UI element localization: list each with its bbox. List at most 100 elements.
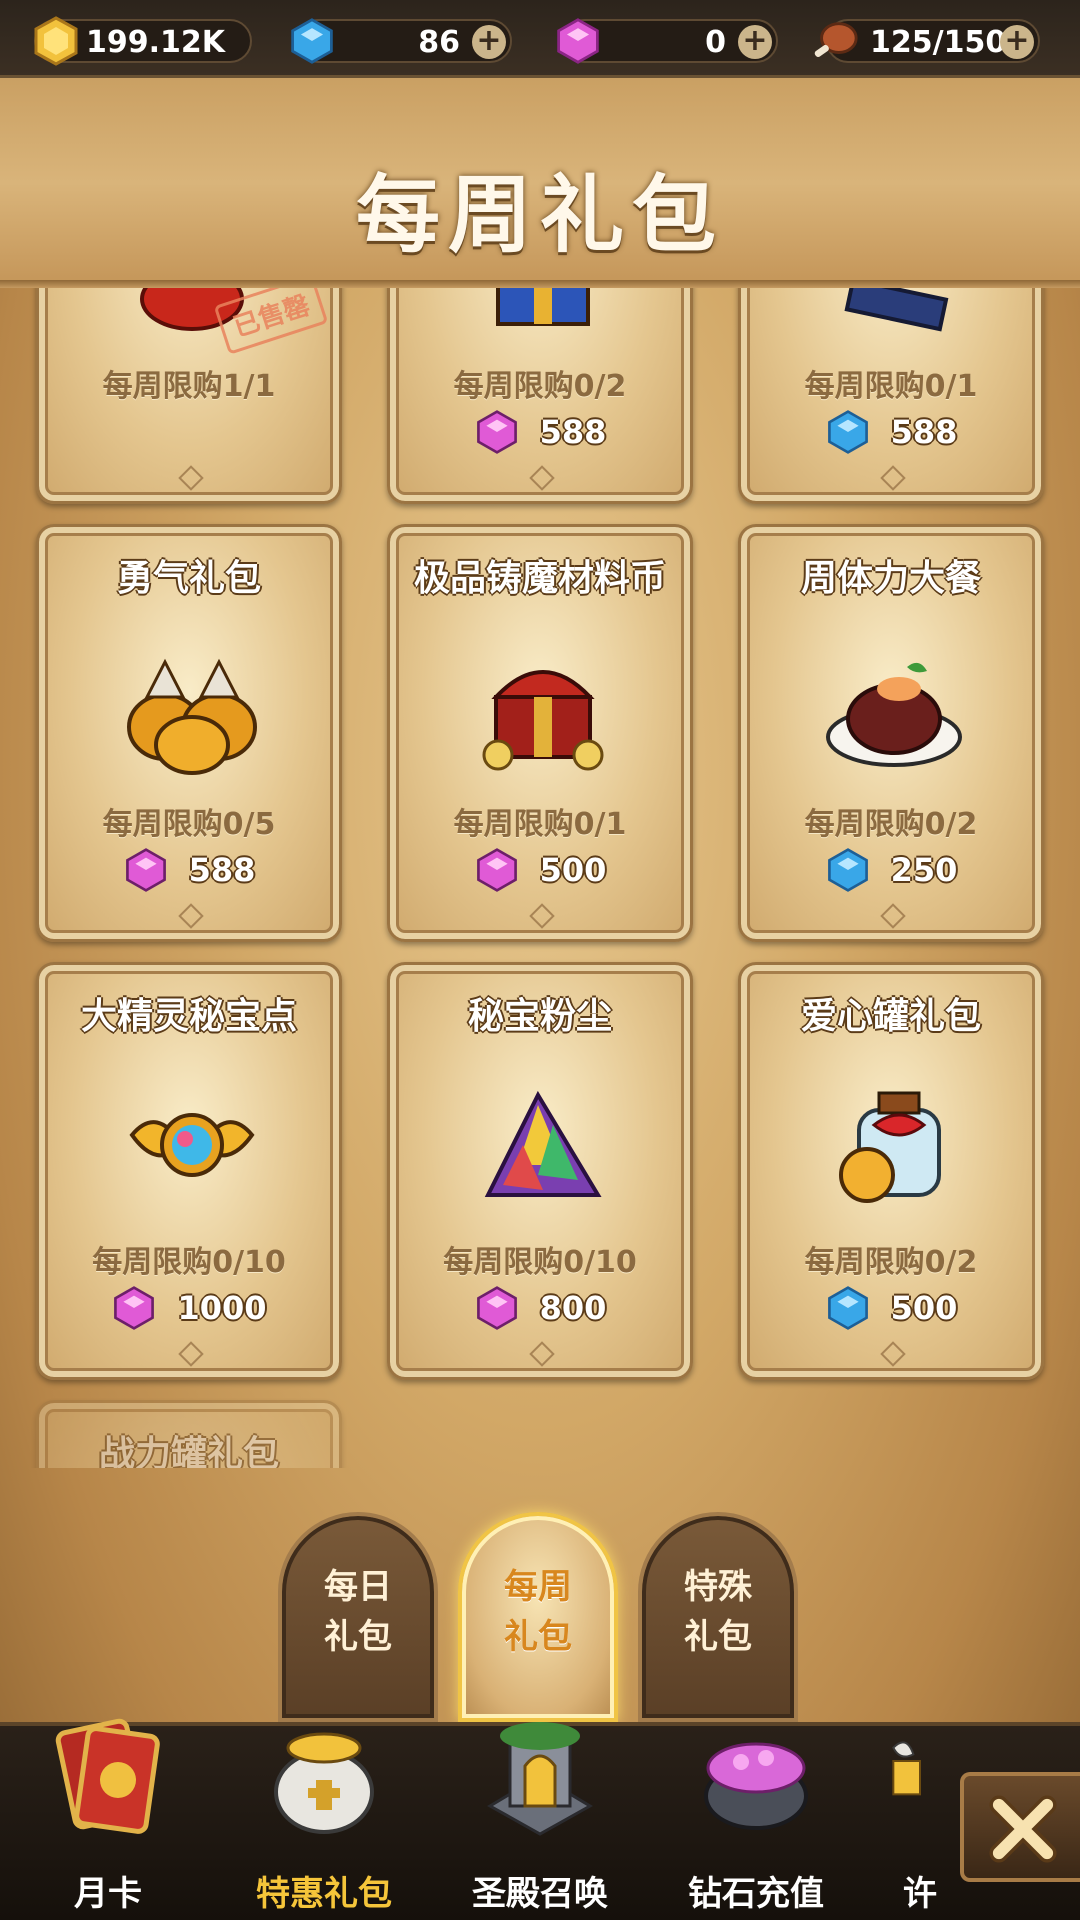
- title-banner: 每周礼包: [0, 78, 1080, 288]
- books-icon: [844, 288, 949, 332]
- winged-gem-icon: [129, 1113, 255, 1177]
- card-ornament: [880, 465, 906, 491]
- blue-gem-icon: [291, 18, 333, 64]
- nav-label: 月卡: [74, 1874, 142, 1914]
- offer-name: 大精灵秘宝点: [80, 996, 297, 1037]
- price-value: 588: [890, 413, 958, 451]
- tab-daily[interactable]: 每日 礼包: [278, 1512, 438, 1722]
- add-pink-gem-button[interactable]: +: [738, 25, 772, 59]
- price-button[interactable]: 588: [741, 409, 1041, 457]
- treasure-box-icon: [496, 288, 590, 326]
- offer-card[interactable]: 每周限购0/1 588: [738, 288, 1044, 504]
- offer-card[interactable]: 大精灵秘宝点 每周限购0/10 1000: [36, 962, 342, 1380]
- offer-card[interactable]: 战力罐礼包: [36, 1400, 342, 1468]
- card-icon: [55, 1718, 160, 1834]
- add-stamina-button[interactable]: +: [1000, 25, 1034, 59]
- stamina-value: 125/150: [870, 25, 1007, 60]
- card-ornament: [178, 465, 204, 491]
- purchase-limit: 每周限购0/1: [804, 369, 978, 404]
- offer-name: 爱心罐礼包: [800, 996, 981, 1037]
- nav-label: 圣殿召唤: [472, 1874, 608, 1914]
- crystal-pile-icon: [484, 1090, 602, 1197]
- card-ornament: [880, 1341, 906, 1367]
- blue-gem-counter: 86 +: [291, 18, 512, 64]
- temple-icon: [487, 1722, 593, 1836]
- tab-label: 特殊 礼包: [684, 1567, 752, 1657]
- offer-grid[interactable]: 已售罄 每周限购1/1 每周限购0/2 588 每周限购0/1 588 勇气礼包…: [0, 288, 1080, 1468]
- nav-wish[interactable]: 许: [880, 1726, 960, 1920]
- purchase-limit: 每周限购0/5: [102, 807, 276, 842]
- offer-name: 极品铸魔材料币: [413, 558, 666, 599]
- card-ornament: [529, 1341, 555, 1367]
- meat-drumstick-icon: [814, 22, 858, 58]
- offer-card[interactable]: 每周限购0/2 588: [387, 288, 693, 504]
- nav-label: 特惠礼包: [256, 1874, 392, 1914]
- currency-bar: 199.12K 86 + 0 + 125/150 +: [0, 0, 1080, 78]
- purchase-limit: 每周限购0/2: [453, 369, 627, 404]
- offer-name: 战力罐礼包: [98, 1434, 279, 1468]
- price-value: 500: [890, 1289, 958, 1327]
- blue-gem-icon: [827, 848, 868, 892]
- price-value: 800: [539, 1289, 607, 1327]
- price-button[interactable]: 588: [39, 847, 339, 895]
- nav-label: 许: [903, 1874, 937, 1914]
- price-value: 1000: [177, 1289, 267, 1327]
- page-title: 每周礼包: [355, 166, 724, 264]
- pink-gem-icon: [557, 18, 599, 64]
- price-value: 588: [188, 851, 256, 889]
- price-button[interactable]: 500: [741, 1285, 1041, 1333]
- pink-gem-icon: [476, 1286, 517, 1330]
- offer-card[interactable]: 极品铸魔材料币 每周限购0/1 500: [387, 524, 693, 942]
- tab-special[interactable]: 特殊 礼包: [638, 1512, 798, 1722]
- price-value: 500: [539, 851, 607, 889]
- tab-weekly[interactable]: 每周 礼包: [458, 1512, 618, 1722]
- nav-temple-summon[interactable]: 圣殿召唤: [450, 1722, 630, 1920]
- offer-card[interactable]: 已售罄 每周限购1/1: [36, 288, 342, 504]
- gold-counter: 199.12K: [34, 16, 252, 66]
- offer-card[interactable]: 周体力大餐 每周限购0/2 250: [738, 524, 1044, 942]
- card-ornament: [178, 903, 204, 929]
- price-button[interactable]: 588: [390, 409, 690, 457]
- meat-dish-icon: [826, 662, 962, 767]
- offer-name: 勇气礼包: [116, 558, 261, 599]
- nav-monthly-card[interactable]: 月卡: [18, 1718, 198, 1920]
- bottom-nav: 月卡 特惠礼包 圣殿召唤 钻石充值 许: [0, 1718, 1080, 1920]
- blue-gem-icon: [827, 1286, 868, 1330]
- gift-jar-icon: [839, 1091, 941, 1203]
- price-button[interactable]: 250: [741, 847, 1041, 895]
- stamina-counter: 125/150 +: [814, 19, 1040, 63]
- tab-label: 每日 礼包: [324, 1567, 392, 1657]
- purchase-limit: 每周限购0/2: [804, 1245, 978, 1280]
- purchase-limit: 每周限购1/1: [102, 369, 276, 404]
- price-value: 588: [539, 413, 607, 451]
- blue-gem-value: 86: [418, 25, 460, 60]
- pink-gem-icon: [125, 848, 166, 892]
- pink-gem-icon: [114, 1286, 155, 1330]
- shop-screen: 199.12K 86 + 0 + 125/150 + 每周礼包 已售罄 每周限购…: [0, 0, 1080, 1920]
- price-button[interactable]: 1000: [39, 1285, 339, 1333]
- pink-gem-counter: 0 +: [557, 18, 778, 64]
- offer-card[interactable]: 爱心罐礼包 每周限购0/2 500: [738, 962, 1044, 1380]
- pink-gem-icon: [476, 848, 517, 892]
- purchase-limit: 每周限购0/2: [804, 807, 978, 842]
- gift-sack-icon: [274, 1732, 374, 1834]
- nav-special-offers[interactable]: 特惠礼包: [234, 1726, 414, 1920]
- close-icon: [989, 1795, 1057, 1863]
- card-ornament: [178, 1341, 204, 1367]
- purchase-limit: 每周限购0/10: [443, 1245, 637, 1280]
- price-button[interactable]: 800: [390, 1285, 690, 1333]
- pink-gem-icon: [476, 410, 517, 454]
- offer-card[interactable]: 勇气礼包 每周限购0/5 588: [36, 524, 342, 942]
- pink-gem-value: 0: [705, 25, 726, 60]
- add-blue-gem-button[interactable]: +: [472, 25, 506, 59]
- offer-name: 秘宝粉尘: [467, 996, 612, 1037]
- price-value: 250: [890, 851, 958, 889]
- offer-card[interactable]: 秘宝粉尘 每周限购0/10 800: [387, 962, 693, 1380]
- price-button[interactable]: 500: [390, 847, 690, 895]
- close-button[interactable]: [960, 1772, 1080, 1882]
- purchase-limit: 每周限购0/1: [453, 807, 627, 842]
- gold-value: 199.12K: [86, 25, 226, 60]
- offer-name: 周体力大餐: [800, 558, 981, 599]
- card-ornament: [529, 903, 555, 929]
- nav-diamond-recharge[interactable]: 钻石充值: [666, 1726, 846, 1920]
